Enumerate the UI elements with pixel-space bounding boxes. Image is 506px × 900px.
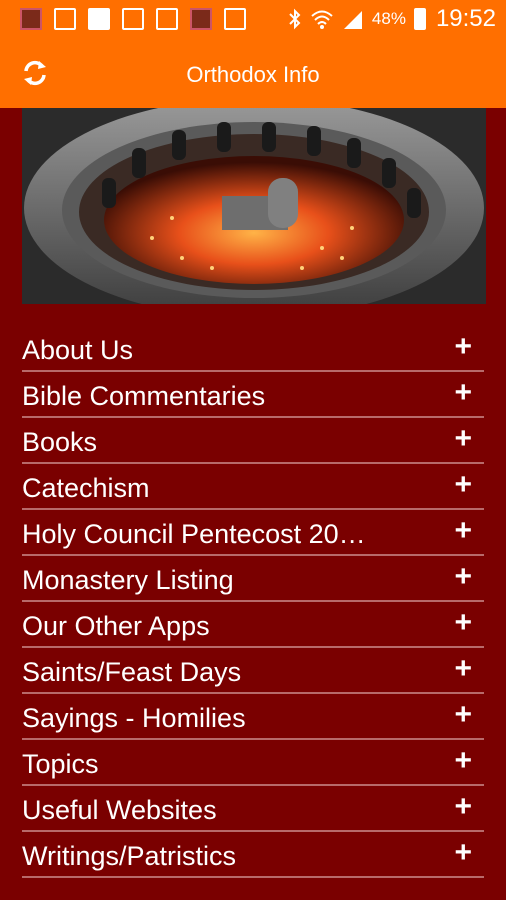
expand-plus-icon[interactable]: + xyxy=(454,516,472,546)
expand-plus-icon[interactable]: + xyxy=(454,424,472,454)
cell-signal-icon xyxy=(343,11,362,29)
church-dome-image xyxy=(22,108,486,304)
wifi-icon xyxy=(311,10,333,29)
no-signal-icon xyxy=(88,8,110,30)
menu-item-bible-commentaries[interactable]: Bible Commentaries + xyxy=(22,372,484,418)
menu-item-label: Our Other Apps xyxy=(22,611,210,641)
image-icon xyxy=(156,8,178,30)
menu-item-sayings-homilies[interactable]: Sayings - Homilies + xyxy=(22,694,484,740)
menu-item-about-us[interactable]: About Us + xyxy=(22,326,484,372)
menu-item-monastery-listing[interactable]: Monastery Listing + xyxy=(22,556,484,602)
battery-percent: 48% xyxy=(371,9,406,28)
menu-item-label: Sayings - Homilies xyxy=(22,703,246,733)
menu-item-label: Catechism xyxy=(22,473,150,503)
menu-list: About Us + Bible Commentaries + Books + … xyxy=(22,326,484,878)
menu-item-books[interactable]: Books + xyxy=(22,418,484,464)
expand-plus-icon[interactable]: + xyxy=(454,470,472,500)
expand-plus-icon[interactable]: + xyxy=(454,838,472,868)
battery-icon xyxy=(413,8,426,30)
hero-image xyxy=(22,108,486,304)
facebook-icon xyxy=(54,8,76,30)
menu-item-writings-patristics[interactable]: Writings/Patristics + xyxy=(22,832,484,878)
menu-item-catechism[interactable]: Catechism + xyxy=(22,464,484,510)
expand-plus-icon[interactable]: + xyxy=(454,332,472,362)
system-icons: 48% 19:52 xyxy=(288,5,496,33)
notification-icons xyxy=(20,8,246,30)
menu-item-label: Topics xyxy=(22,749,99,779)
mail-icon xyxy=(224,8,246,30)
menu-item-label: Holy Council Pentecost 20… xyxy=(22,519,366,549)
menu-item-label: Bible Commentaries xyxy=(22,381,266,411)
menu-item-label: Books xyxy=(22,427,98,457)
menu-item-label: Saints/Feast Days xyxy=(22,657,242,687)
menu-item-label: Useful Websites xyxy=(22,795,217,825)
expand-plus-icon[interactable]: + xyxy=(454,700,472,730)
office-icon xyxy=(122,8,144,30)
photo-icon xyxy=(190,8,212,30)
bluetooth-icon xyxy=(289,8,301,30)
status-bar: 48% 19:52 xyxy=(0,0,506,38)
app-title: Orthodox Info xyxy=(186,62,320,87)
expand-plus-icon[interactable]: + xyxy=(454,378,472,408)
app-bar: Orthodox Info xyxy=(0,38,506,108)
itrsc-app-icon xyxy=(20,8,42,30)
expand-plus-icon[interactable]: + xyxy=(454,792,472,822)
menu-item-label: Monastery Listing xyxy=(22,565,234,595)
menu-item-label: Writings/Patristics xyxy=(22,841,237,871)
menu-item-useful-websites[interactable]: Useful Websites + xyxy=(22,786,484,832)
expand-plus-icon[interactable]: + xyxy=(454,654,472,684)
menu-item-topics[interactable]: Topics + xyxy=(22,740,484,786)
expand-plus-icon[interactable]: + xyxy=(454,562,472,592)
expand-plus-icon[interactable]: + xyxy=(454,746,472,776)
menu-item-label: About Us xyxy=(22,335,134,365)
menu-item-other-apps[interactable]: Our Other Apps + xyxy=(22,602,484,648)
expand-plus-icon[interactable]: + xyxy=(454,608,472,638)
menu-item-holy-council[interactable]: Holy Council Pentecost 20… + xyxy=(22,510,484,556)
clock: 19:52 xyxy=(435,5,496,32)
menu-item-saints-feast-days[interactable]: Saints/Feast Days + xyxy=(22,648,484,694)
top-bar: 48% 19:52 Orthodox Info xyxy=(0,0,506,108)
